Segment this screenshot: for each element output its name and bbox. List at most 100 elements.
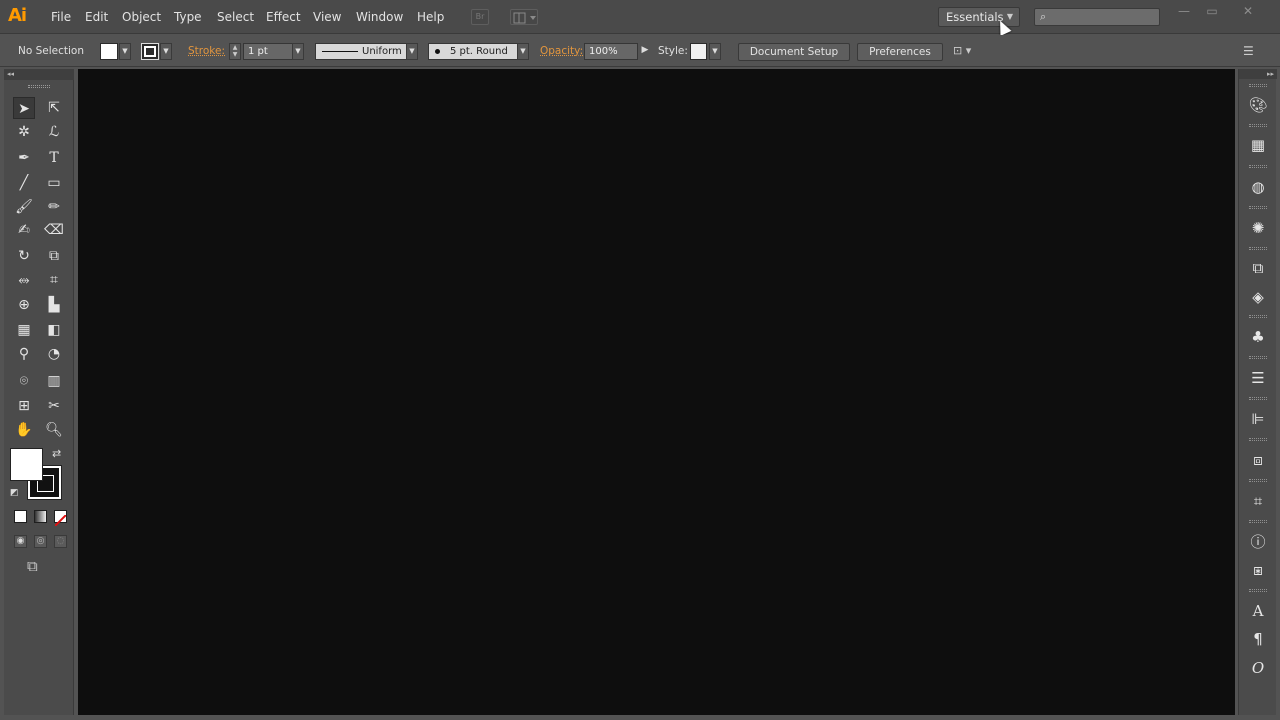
document-info-panel-icon[interactable]: ⓘ [1246, 530, 1270, 554]
opacity-label[interactable]: Opacity: [540, 35, 583, 67]
hand-tool-icon[interactable]: ✋ [13, 419, 35, 441]
none-mode-icon[interactable] [54, 510, 67, 527]
perspective-grid-tool-icon[interactable]: ▙ [43, 294, 65, 316]
direct-selection-tool-icon[interactable]: ⇱ [43, 97, 65, 119]
free-transform-tool-icon[interactable]: ⌗ [43, 269, 65, 291]
dock-grip[interactable] [1249, 315, 1267, 318]
menu-view[interactable]: View [313, 0, 341, 34]
dock-grip[interactable] [1249, 165, 1267, 168]
collapse-tools-icon[interactable]: ◂◂ [4, 69, 74, 80]
image-trace-panel-icon[interactable]: ⧆ [1246, 558, 1270, 582]
line-segment-tool-icon[interactable]: ╱ [13, 172, 35, 194]
mesh-tool-icon[interactable]: ▦ [13, 319, 35, 341]
menu-window[interactable]: Window [356, 0, 403, 34]
stroke-weight-dropdown[interactable]: ▼ [292, 43, 304, 60]
width-tool-icon[interactable]: ⥈ [13, 269, 35, 291]
opacity-field[interactable]: 100% [584, 43, 638, 60]
draw-behind-icon[interactable]: ◎ [34, 535, 47, 548]
screen-mode-icon[interactable]: ⧉ [27, 557, 38, 575]
pathfinder-panel-icon[interactable]: ⧈ [1246, 448, 1270, 472]
magic-wand-tool-icon[interactable]: ✲ [13, 121, 35, 143]
stroke-profile-field[interactable]: Uniform [315, 43, 407, 60]
color-mode-icon[interactable] [14, 510, 27, 523]
swap-fill-stroke-icon[interactable]: ⇄ [52, 447, 61, 460]
dock-grip[interactable] [1249, 247, 1267, 250]
tools-panel-grip[interactable] [28, 85, 50, 88]
rectangle-tool-icon[interactable]: ▭ [43, 172, 65, 194]
align-options-icon[interactable]: ⊡ ▾ [953, 44, 989, 60]
stroke-dropdown-arrow[interactable]: ▼ [160, 43, 172, 60]
eyedropper-tool-icon[interactable]: ⚲ [13, 343, 35, 365]
eraser-tool-icon[interactable]: ⌫ [43, 219, 65, 241]
expand-dock-icon[interactable]: ▸▸ [1239, 69, 1277, 79]
menu-select[interactable]: Select [217, 0, 254, 34]
dock-grip[interactable] [1249, 589, 1267, 592]
minimize-icon[interactable]: — [1171, 4, 1197, 20]
stroke-color-swatch[interactable] [141, 43, 159, 60]
bridge-icon[interactable]: Br [471, 9, 489, 25]
symbol-sprayer-tool-icon[interactable]: ⌾ [13, 370, 35, 392]
graphic-styles-panel-icon[interactable]: ♣ [1246, 325, 1270, 349]
dock-grip[interactable] [1249, 479, 1267, 482]
column-graph-tool-icon[interactable]: ▥ [43, 370, 65, 392]
canvas-area[interactable] [78, 69, 1235, 715]
dock-grip[interactable] [1249, 124, 1267, 127]
menu-edit[interactable]: Edit [85, 0, 108, 34]
blob-brush-tool-icon[interactable]: ✍ [13, 219, 35, 241]
fill-color-swatch[interactable] [100, 43, 118, 60]
character-panel-icon[interactable]: A [1246, 599, 1270, 623]
dock-grip[interactable] [1249, 438, 1267, 441]
graphic-style-swatch[interactable] [690, 43, 707, 60]
control-panel-menu-icon[interactable]: ☰ [1243, 44, 1254, 58]
gradient-tool-icon[interactable]: ◧ [43, 319, 65, 341]
default-fill-stroke-icon[interactable]: ◩ [10, 488, 19, 498]
menu-help[interactable]: Help [417, 0, 444, 34]
paintbrush-tool-icon[interactable]: 🖌 [13, 196, 35, 218]
transform-panel-icon[interactable]: ⌗ [1246, 489, 1270, 513]
pen-tool-icon[interactable]: ✒ [13, 147, 35, 169]
dock-grip[interactable] [1249, 84, 1267, 87]
menu-file[interactable]: File [51, 0, 71, 34]
align-panel-icon[interactable]: ⊫ [1246, 407, 1270, 431]
slice-tool-icon[interactable]: ✂ [43, 395, 65, 417]
dock-grip[interactable] [1249, 397, 1267, 400]
brush-dropdown[interactable]: ▼ [517, 43, 529, 60]
shape-builder-tool-icon[interactable]: ⊕ [13, 294, 35, 316]
dock-grip[interactable] [1249, 520, 1267, 523]
dock-grip[interactable] [1249, 356, 1267, 359]
dock-grip[interactable] [1249, 206, 1267, 209]
menu-type[interactable]: Type [174, 0, 202, 34]
style-dropdown[interactable]: ▼ [709, 43, 721, 60]
layers-panel-icon[interactable]: ◈ [1246, 285, 1270, 309]
selection-tool-icon[interactable]: ➤ [13, 97, 35, 119]
stroke-profile-dropdown[interactable]: ▼ [406, 43, 418, 60]
pencil-tool-icon[interactable]: ✏ [43, 196, 65, 218]
search-input[interactable]: ⌕ [1034, 8, 1160, 26]
appearance-panel-icon[interactable]: ✺ [1246, 216, 1270, 240]
stroke-label[interactable]: Stroke: [188, 35, 225, 67]
draw-inside-icon[interactable]: ◌ [54, 535, 67, 548]
zoom-tool-icon[interactable]: 🔍︎ [43, 419, 65, 441]
document-setup-button[interactable]: Document Setup [738, 43, 850, 61]
brush-definition-field[interactable]: 5 pt. Round [428, 43, 518, 60]
stroke-weight-stepper[interactable]: ▲ ▼ [229, 43, 241, 60]
scale-tool-icon[interactable]: ⧉ [43, 245, 65, 267]
maximize-icon[interactable]: ▭ [1199, 4, 1225, 20]
fill-dropdown-arrow[interactable]: ▼ [119, 43, 131, 60]
opacity-slider-arrow[interactable]: ▶ [639, 43, 651, 60]
close-icon[interactable]: ✕ [1235, 4, 1261, 20]
type-tool-icon[interactable]: T [43, 147, 65, 169]
draw-normal-icon[interactable]: ◉ [14, 535, 27, 548]
preferences-button[interactable]: Preferences [857, 43, 943, 61]
swatches-panel-icon[interactable]: ▦ [1246, 133, 1270, 157]
symbols-panel-icon[interactable]: ◍ [1246, 175, 1270, 199]
stroke-panel-icon[interactable]: ☰ [1246, 366, 1270, 390]
arrange-documents-icon[interactable] [510, 9, 538, 25]
transparency-panel-icon[interactable]: ⧉ [1246, 256, 1270, 280]
lasso-tool-icon[interactable]: ℒ [43, 121, 65, 143]
menu-effect[interactable]: Effect [266, 0, 301, 34]
gradient-mode-icon[interactable] [34, 510, 47, 523]
fill-color-box[interactable] [10, 448, 43, 481]
menu-object[interactable]: Object [122, 0, 161, 34]
color-panel-icon[interactable]: 🎨︎ [1246, 93, 1270, 117]
